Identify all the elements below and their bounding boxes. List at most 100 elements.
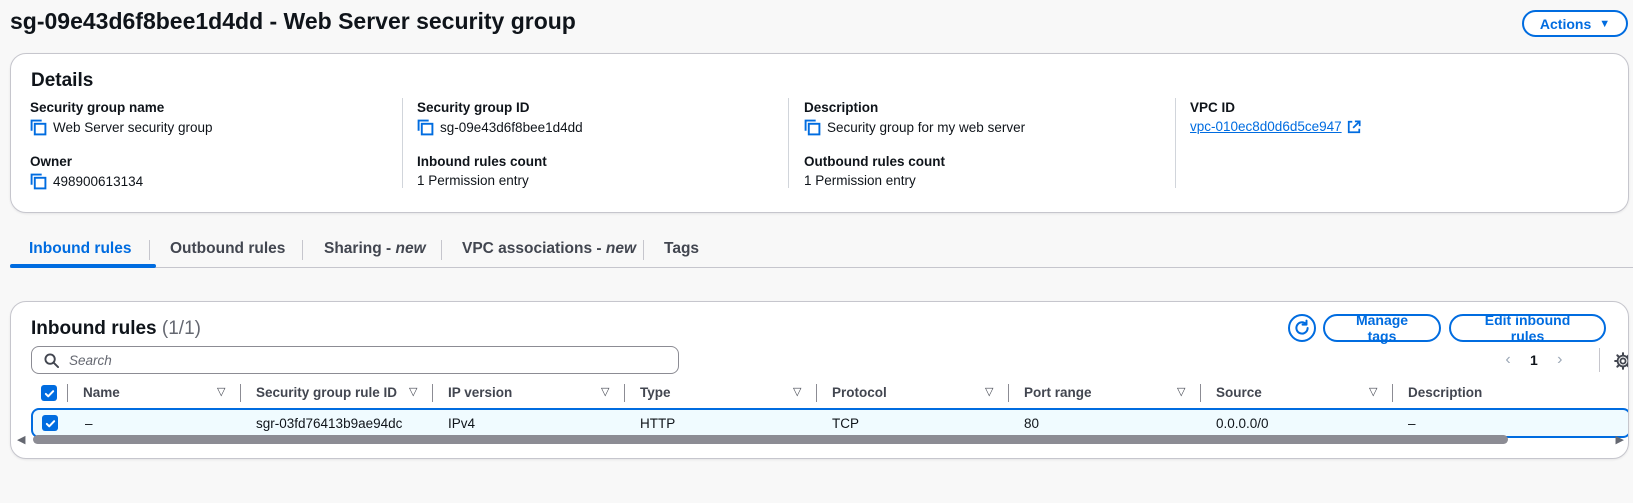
copy-icon[interactable] <box>30 119 47 136</box>
field-vpc-id: VPC ID vpc-010ec8d0d6d5ce947 <box>1190 100 1361 134</box>
checkmark-icon <box>45 419 55 427</box>
row-checkbox[interactable] <box>42 415 58 431</box>
tab-separator <box>149 240 150 260</box>
column-separator <box>816 384 817 402</box>
page-title: sg-09e43d6f8bee1d4dd - Web Server securi… <box>10 8 576 34</box>
column-header-type[interactable]: Type <box>640 385 671 400</box>
column-header-ip-version[interactable]: IP version <box>448 385 512 400</box>
field-label: VPC ID <box>1190 100 1236 115</box>
external-link-icon[interactable] <box>1347 119 1361 134</box>
field-label: Inbound rules count <box>417 154 547 169</box>
sort-icon[interactable]: ▽ <box>217 385 225 398</box>
cell-port-range: 80 <box>1024 416 1040 431</box>
active-tab-indicator <box>10 264 156 268</box>
sort-icon[interactable]: ▽ <box>985 385 993 398</box>
field-outbound-rules-count: Outbound rules count 1 Permission entry <box>804 154 945 188</box>
tab-inbound-rules[interactable]: Inbound rules <box>29 240 131 258</box>
field-inbound-rules-count: Inbound rules count 1 Permission entry <box>417 154 547 188</box>
cell-description: – <box>1408 416 1416 431</box>
sort-icon[interactable]: ▽ <box>1177 385 1185 398</box>
tab-bar: Inbound rules Outbound rules Sharing - n… <box>10 230 1633 268</box>
column-header-protocol[interactable]: Protocol <box>832 385 887 400</box>
scroll-right-icon[interactable]: ▶ <box>1616 433 1624 446</box>
field-security-group-name: Security group name Web Server security … <box>30 100 213 136</box>
sort-icon[interactable]: ▽ <box>601 385 609 398</box>
cell-protocol: TCP <box>832 416 859 431</box>
column-header-description[interactable]: Description <box>1408 385 1482 400</box>
inbound-rules-table: Name ▽ Security group rule ID ▽ IP versi… <box>11 378 1628 438</box>
caret-down-icon: ▼ <box>1599 17 1611 30</box>
tab-tags[interactable]: Tags <box>664 240 699 258</box>
copy-icon[interactable] <box>804 119 821 136</box>
copy-icon[interactable] <box>30 173 47 190</box>
column-header-source[interactable]: Source <box>1216 385 1262 400</box>
tab-separator <box>302 240 303 260</box>
search-field[interactable] <box>31 346 679 374</box>
column-header-rule-id[interactable]: Security group rule ID <box>256 385 397 400</box>
column-header-port-range[interactable]: Port range <box>1024 385 1092 400</box>
actions-button-label: Actions <box>1539 15 1592 32</box>
field-label: Description <box>804 100 879 115</box>
tab-outbound-rules[interactable]: Outbound rules <box>170 240 285 258</box>
refresh-button[interactable] <box>1288 314 1316 342</box>
tab-sharing[interactable]: Sharing - new <box>324 240 426 258</box>
cell-source: 0.0.0.0/0 <box>1216 416 1269 431</box>
column-separator <box>1200 384 1201 402</box>
field-value: 1 Permission entry <box>804 173 916 188</box>
checkmark-icon <box>44 389 54 397</box>
column-separator <box>240 384 241 402</box>
manage-tags-button[interactable]: Manage tags <box>1323 312 1441 344</box>
column-header-name[interactable]: Name <box>83 385 120 400</box>
sort-icon[interactable]: ▽ <box>1369 385 1377 398</box>
pager-separator <box>1599 348 1600 372</box>
copy-icon[interactable] <box>417 119 434 136</box>
next-page-icon[interactable]: › <box>1550 351 1570 369</box>
field-label: Outbound rules count <box>804 154 945 169</box>
details-panel: Details Security group name Web Server s… <box>10 53 1629 213</box>
search-icon <box>44 352 59 368</box>
column-separator <box>1392 384 1393 402</box>
field-value: sg-09e43d6f8bee1d4dd <box>440 120 583 135</box>
column-divider <box>1175 98 1176 188</box>
edit-inbound-rules-button[interactable]: Edit inbound rules <box>1449 312 1606 344</box>
tab-separator <box>441 240 442 260</box>
field-value: Security group for my web server <box>827 120 1026 135</box>
scroll-left-icon[interactable]: ◀ <box>17 433 25 446</box>
column-separator <box>1008 384 1009 402</box>
page-number[interactable]: 1 <box>1530 352 1538 368</box>
cell-rule-id: sgr-03fd76413b9ae94dc <box>256 416 403 431</box>
field-owner: Owner 498900613134 <box>30 154 143 190</box>
cell-ip-version: IPv4 <box>448 416 476 431</box>
vpc-id-link[interactable]: vpc-010ec8d0d6d5ce947 <box>1190 119 1342 134</box>
search-input[interactable] <box>67 351 647 369</box>
column-separator <box>432 384 433 402</box>
rules-count: (1/1) <box>161 318 201 339</box>
previous-page-icon[interactable]: ‹ <box>1498 351 1518 369</box>
details-title: Details <box>31 70 94 91</box>
horizontal-scrollbar[interactable]: ◀ ▶ <box>11 433 1628 447</box>
field-label: Security group name <box>30 100 165 115</box>
actions-button[interactable]: Actions ▼ <box>1522 10 1628 37</box>
field-value: Web Server security group <box>53 120 213 135</box>
scrollbar-thumb[interactable] <box>33 435 1508 444</box>
field-security-group-id: Security group ID sg-09e43d6f8bee1d4dd <box>417 100 583 136</box>
tab-vpc-associations[interactable]: VPC associations - new <box>462 240 636 258</box>
field-label: Owner <box>30 154 73 169</box>
inbound-rules-title: Inbound rules (1/1) <box>31 318 201 339</box>
column-separator <box>624 384 625 402</box>
gear-icon[interactable] <box>1614 352 1629 370</box>
column-separator <box>67 384 68 402</box>
sort-icon[interactable]: ▽ <box>409 385 417 398</box>
field-description: Description Security group for my web se… <box>804 100 1025 136</box>
refresh-icon <box>1295 319 1309 335</box>
tab-separator <box>643 240 644 260</box>
cell-type: HTTP <box>640 416 676 431</box>
table-header-row: Name ▽ Security group rule ID ▽ IP versi… <box>11 378 1628 408</box>
select-all-checkbox[interactable] <box>41 385 57 401</box>
cell-name: – <box>85 416 93 431</box>
field-value: 1 Permission entry <box>417 173 529 188</box>
sort-icon[interactable]: ▽ <box>793 385 801 398</box>
column-divider <box>402 98 403 188</box>
field-label: Security group ID <box>417 100 530 115</box>
pagination: ‹ 1 › <box>1498 351 1570 369</box>
